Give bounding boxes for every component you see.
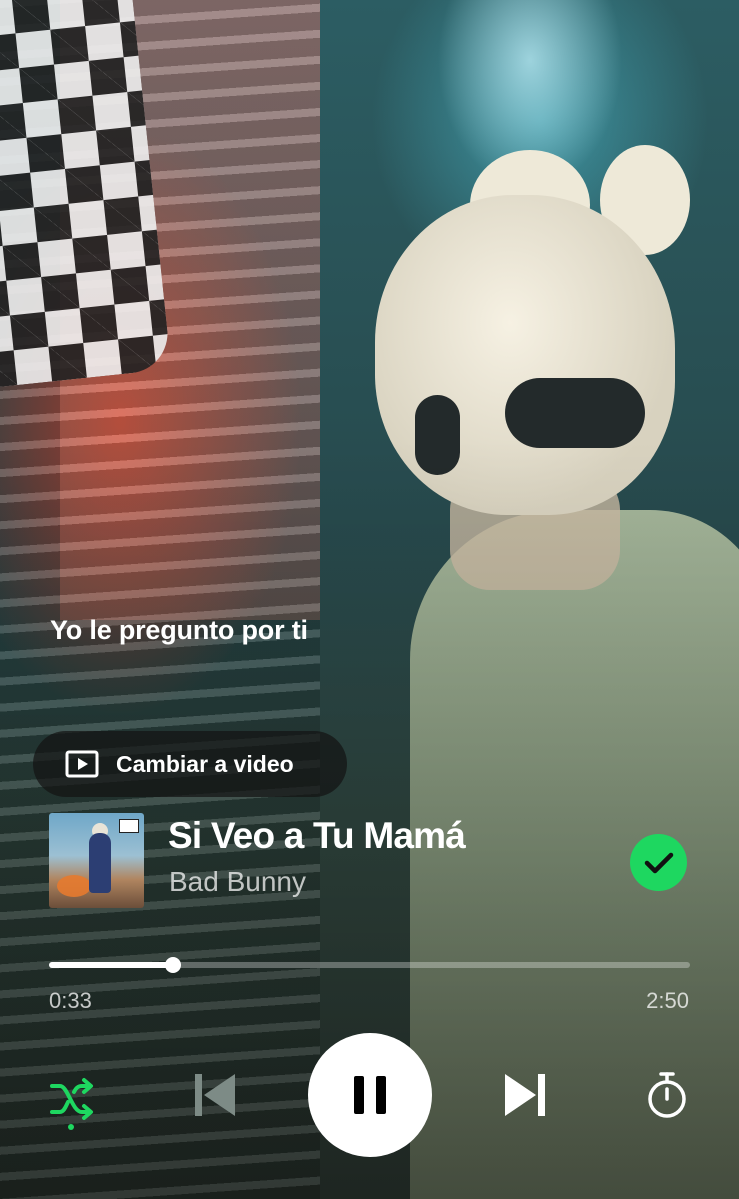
cover-parental-advisory-badge (119, 819, 139, 833)
cover-art-figure (89, 833, 111, 893)
pause-icon (354, 1076, 386, 1114)
video-background (0, 0, 739, 1199)
video-play-icon (65, 750, 99, 778)
check-circle-icon (644, 852, 673, 873)
timer-icon (648, 1072, 686, 1118)
skip-previous-icon (195, 1074, 235, 1116)
progress-bar[interactable] (49, 957, 690, 973)
sleep-timer-button[interactable] (643, 1070, 691, 1120)
next-track-button[interactable] (500, 1070, 550, 1120)
total-duration: 2:50 (646, 988, 689, 1013)
track-title[interactable]: Si Veo a Tu Mamá (168, 815, 466, 857)
progress-bar-fill (49, 962, 174, 968)
track-artist[interactable]: Bad Bunny (169, 866, 306, 898)
cover-art-fire (57, 875, 91, 897)
previous-track-button[interactable] (190, 1070, 240, 1120)
shuffle-icon (50, 1078, 93, 1130)
pause-button[interactable] (308, 1033, 432, 1157)
skip-next-icon (505, 1074, 545, 1116)
switch-to-video-label: Cambiar a video (116, 750, 294, 777)
lyric-line[interactable]: Yo le pregunto por ti (50, 615, 308, 646)
background-mask-eye (505, 378, 645, 448)
saved-to-library-button[interactable] (630, 834, 687, 891)
elapsed-time: 0:33 (49, 988, 92, 1013)
shuffle-button[interactable] (48, 1072, 98, 1132)
switch-to-video-button[interactable]: Cambiar a video (33, 731, 347, 797)
album-cover[interactable] (49, 813, 144, 908)
